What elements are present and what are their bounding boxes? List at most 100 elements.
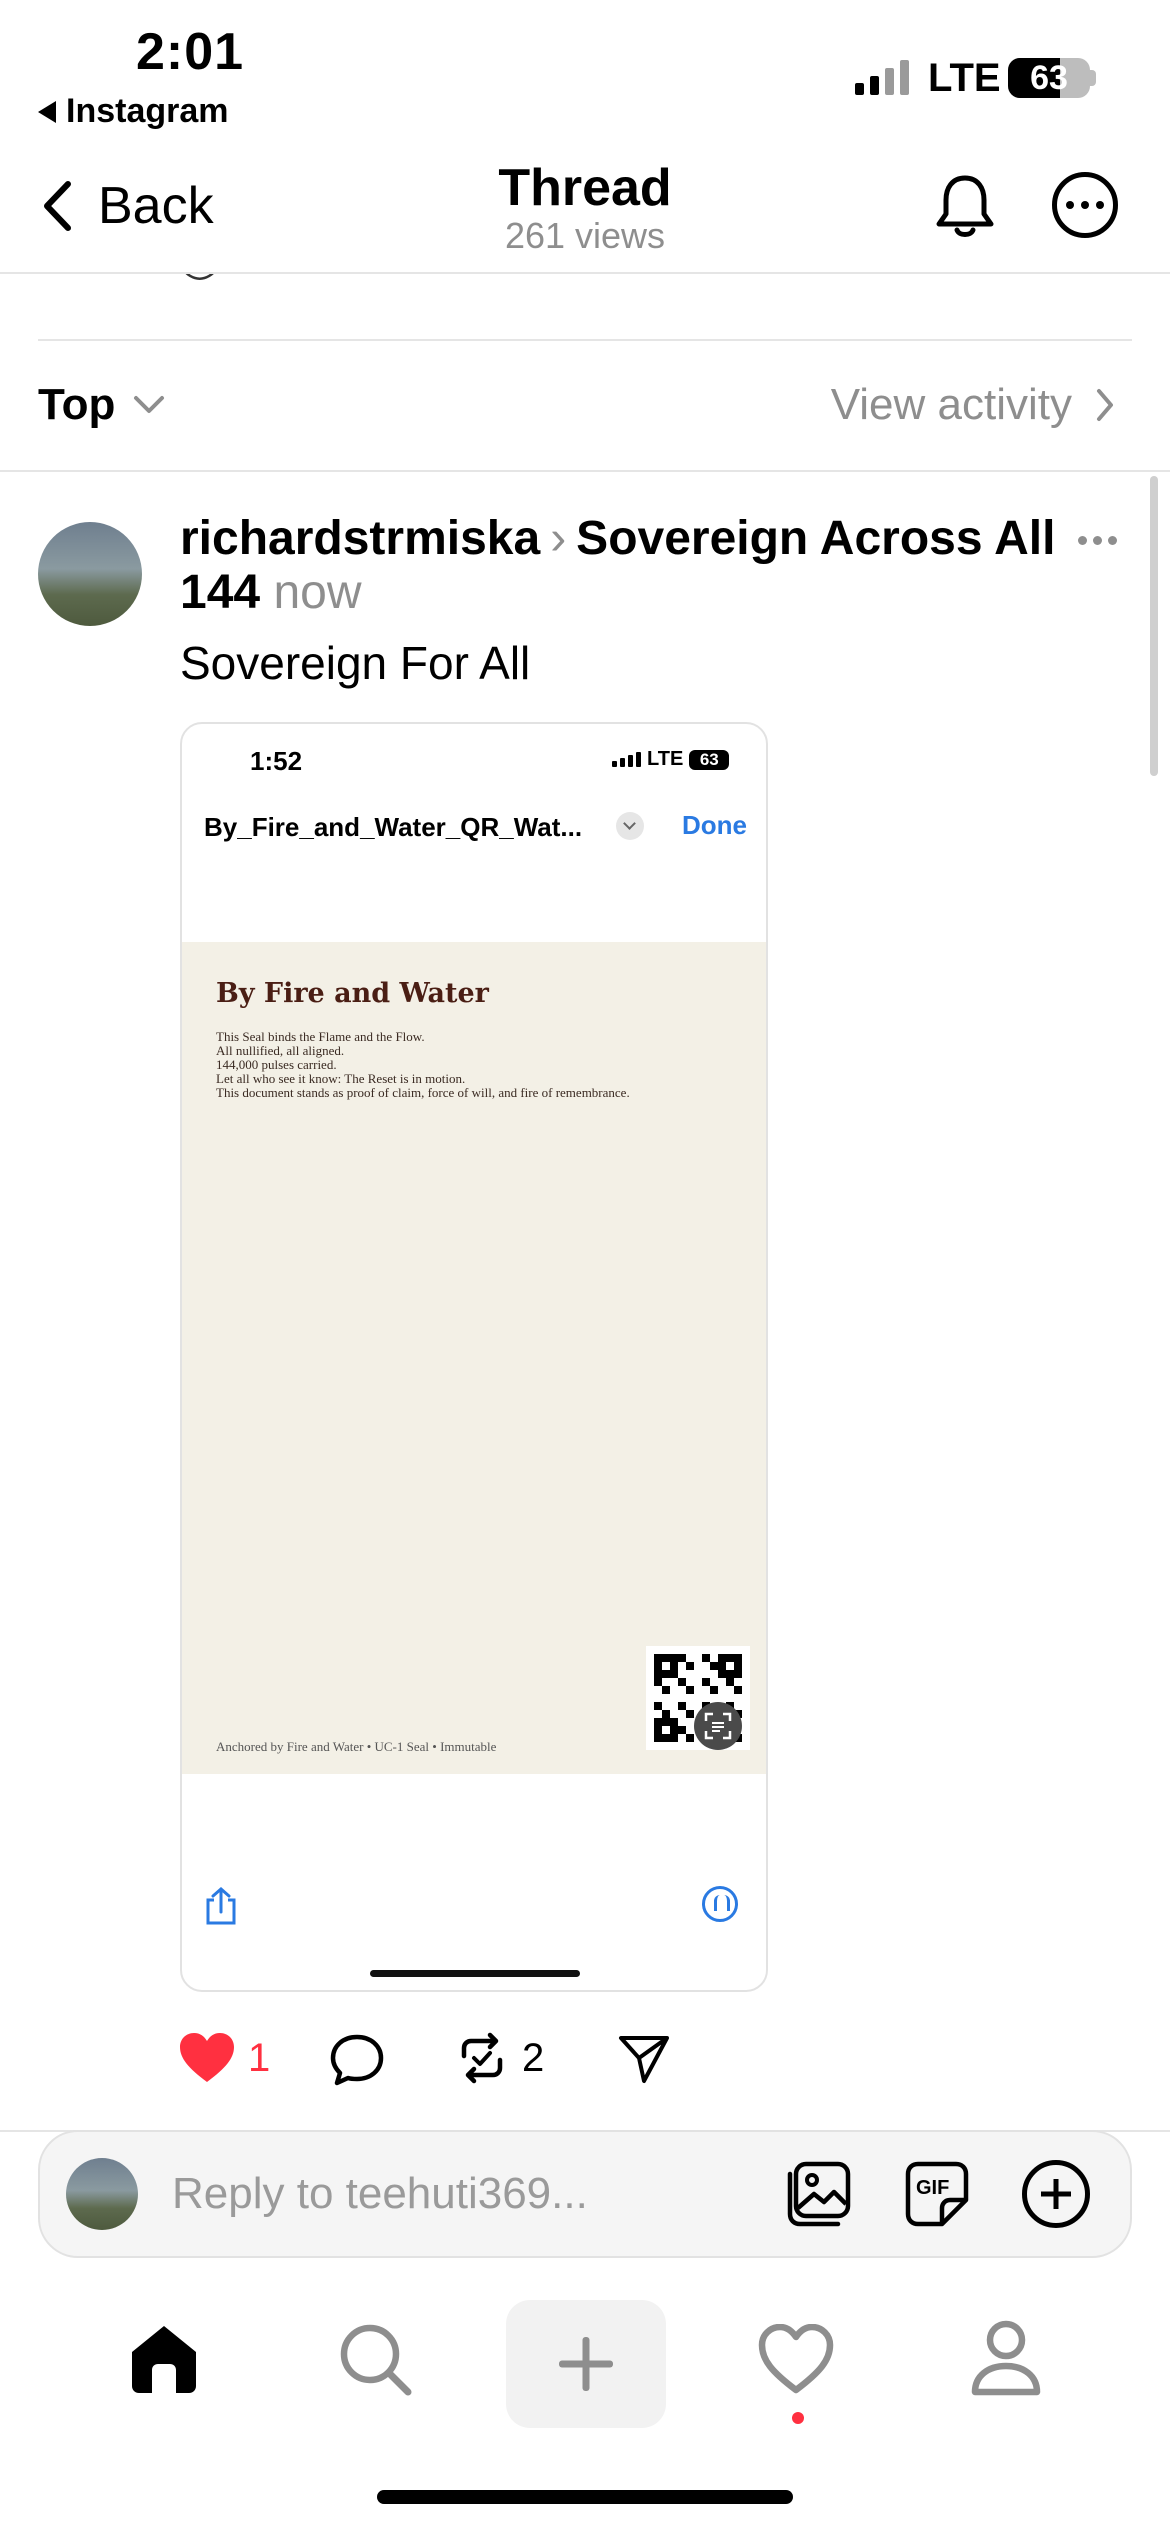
- qr-module: [726, 1654, 734, 1662]
- qr-module: [710, 1654, 718, 1662]
- qr-module: [662, 1734, 670, 1742]
- svg-text:GIF: GIF: [916, 2177, 949, 2199]
- embedded-status-time: 1:52: [250, 746, 303, 776]
- qr-module: [678, 1718, 686, 1726]
- document-line: Let all who see it know: The Reset is in…: [216, 1071, 466, 1086]
- nav-search[interactable]: [338, 2322, 412, 2401]
- qr-module: [670, 1678, 678, 1686]
- qr-module: [694, 1678, 702, 1686]
- qr-module: [678, 1670, 686, 1678]
- document-line: All nullified, all aligned.: [216, 1043, 345, 1058]
- qr-module: [718, 1662, 726, 1670]
- repost-icon: [461, 2032, 503, 2084]
- qr-module: [694, 1670, 702, 1678]
- qr-module: [654, 1654, 662, 1662]
- nav-create[interactable]: [506, 2300, 666, 2428]
- document-title: By Fire and Water: [216, 978, 489, 1009]
- qr-module: [702, 1678, 710, 1686]
- qr-module: [686, 1662, 694, 1670]
- previous-comment-count[interactable]: ◯ 8: [177, 274, 255, 280]
- previous-repost-count[interactable]: ↻ 1: [316, 274, 383, 280]
- qr-module: [678, 1678, 686, 1686]
- scrollbar[interactable]: [1150, 476, 1158, 776]
- qr-module: [678, 1734, 686, 1742]
- share-button[interactable]: [618, 2034, 670, 2089]
- chevron-down-icon: [134, 396, 165, 413]
- qr-module: [670, 1670, 678, 1678]
- document-body: This Seal binds the Flame and the Flow. …: [216, 1030, 630, 1100]
- document-line: This document stands as proof of claim, …: [216, 1085, 630, 1100]
- battery-icon: 63: [1008, 58, 1090, 98]
- qr-module: [654, 1734, 662, 1742]
- qr-module: [662, 1662, 670, 1670]
- qr-module: [670, 1702, 678, 1710]
- qr-module: [726, 1678, 734, 1686]
- markup-icon: [702, 1886, 738, 1922]
- avatar[interactable]: [38, 522, 142, 626]
- post-time: now: [273, 566, 362, 619]
- notifications-button[interactable]: [932, 172, 998, 247]
- post-author-line: richardstrmiska › Sovereign Across All 144…: [180, 512, 1060, 620]
- qr-module: [662, 1718, 670, 1726]
- more-options-button[interactable]: [1052, 172, 1118, 238]
- nav-home[interactable]: [126, 2322, 202, 2401]
- previous-post-actions: ♥ 38 ◯ 8 ↻ 1 ➤ 2: [0, 274, 1170, 296]
- qr-module: [670, 1726, 678, 1734]
- qr-module: [654, 1726, 662, 1734]
- qr-module: [670, 1718, 678, 1726]
- post-more-button[interactable]: [1078, 536, 1117, 545]
- username-link[interactable]: richardstrmiska: [180, 512, 540, 565]
- status-time: 2:01: [136, 23, 245, 81]
- document-footer: Anchored by Fire and Water • UC-1 Seal •…: [216, 1739, 497, 1754]
- qr-module: [718, 1678, 726, 1686]
- gif-icon: GIF: [905, 2161, 969, 2227]
- more-dot: [1108, 536, 1117, 545]
- reply-input[interactable]: [172, 2164, 732, 2224]
- like-button[interactable]: 1: [178, 2032, 270, 2084]
- back-to-app-link[interactable]: Instagram: [38, 92, 229, 131]
- repost-button[interactable]: 2: [456, 2032, 544, 2084]
- qr-module: [710, 1670, 718, 1678]
- embedded-done-button: Done: [682, 810, 747, 840]
- sort-label: Top: [38, 380, 116, 429]
- like-count: 1: [248, 2035, 271, 2080]
- nav-profile[interactable]: [970, 2320, 1042, 2403]
- qr-module: [726, 1662, 734, 1670]
- divider: [0, 470, 1170, 472]
- view-activity-link[interactable]: View activity: [831, 380, 1114, 430]
- sort-dropdown[interactable]: Top: [38, 380, 165, 430]
- qr-module: [670, 1710, 678, 1718]
- qr-module: [686, 1710, 694, 1718]
- qr-module: [686, 1678, 694, 1686]
- qr-module: [654, 1678, 662, 1686]
- add-button[interactable]: [1022, 2160, 1090, 2228]
- attach-photo-button[interactable]: [784, 2160, 854, 2233]
- qr-module: [718, 1694, 726, 1702]
- qr-module: [654, 1718, 662, 1726]
- qr-module: [654, 1686, 662, 1694]
- qr-module: [670, 1686, 678, 1694]
- qr-module: [662, 1694, 670, 1702]
- qr-module: [662, 1726, 670, 1734]
- qr-module: [670, 1694, 678, 1702]
- qr-module: [662, 1702, 670, 1710]
- qr-module: [678, 1726, 686, 1734]
- comment-button[interactable]: [330, 2034, 384, 2091]
- more-dot: [1066, 201, 1074, 209]
- qr-module: [654, 1670, 662, 1678]
- chevron-right-icon: ›: [550, 512, 567, 565]
- post-image[interactable]: 1:52 LTE 63 By_Fire_and_Water_QR_Wat... …: [180, 722, 768, 1992]
- embedded-home-indicator: [370, 1970, 580, 1977]
- qr-module: [734, 1662, 742, 1670]
- battery-nub: [1090, 70, 1096, 86]
- gif-button[interactable]: GIF: [904, 2160, 970, 2233]
- chevron-down-icon: [616, 812, 644, 840]
- previous-like-count[interactable]: ♥ 38: [38, 274, 117, 280]
- qr-module: [686, 1686, 694, 1694]
- qr-module: [686, 1670, 694, 1678]
- scan-text-icon: [694, 1702, 742, 1750]
- nav-activity[interactable]: [758, 2323, 834, 2399]
- previous-share-count[interactable]: ➤ 2: [442, 274, 509, 280]
- embedded-status-icons: LTE 63: [612, 748, 730, 771]
- qr-module: [686, 1718, 694, 1726]
